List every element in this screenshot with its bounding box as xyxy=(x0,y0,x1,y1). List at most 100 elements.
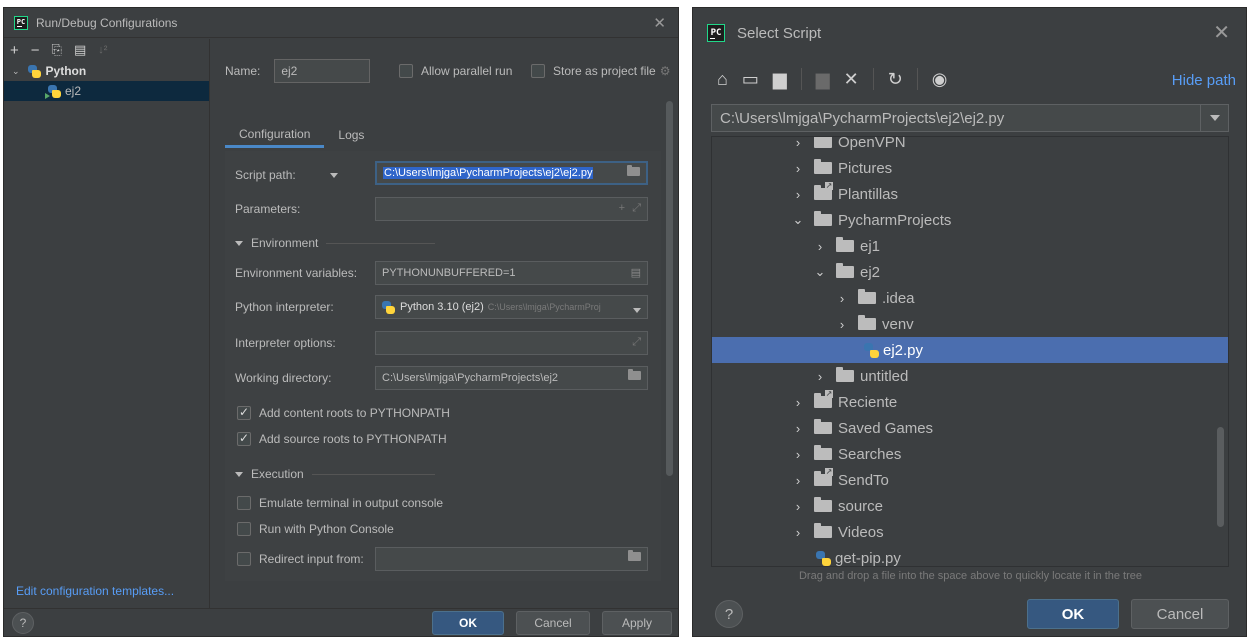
chevron-right-icon[interactable]: › xyxy=(814,369,826,384)
script-path-field[interactable]: C:\Users\lmjga\PycharmProjects\ej2\ej2.p… xyxy=(375,161,648,185)
chevron-right-icon[interactable]: › xyxy=(836,291,848,306)
run-console-row[interactable]: Run with Python Console xyxy=(237,522,394,536)
tree-item-untitled[interactable]: › untitled xyxy=(712,363,1228,389)
help-button[interactable]: ? xyxy=(715,600,743,628)
environment-section[interactable]: Environment xyxy=(235,236,435,250)
tree-item-venv[interactable]: › venv xyxy=(712,311,1228,337)
chevron-right-icon[interactable]: › xyxy=(792,187,804,202)
cancel-button[interactable]: Cancel xyxy=(1131,599,1229,629)
tree-item-ej2[interactable]: ej2 xyxy=(4,81,209,101)
tree-item-sendto[interactable]: › SendTo xyxy=(712,467,1228,493)
file-tree[interactable]: › OpenVPN › Pictures › Plantillas ⌄ Pych… xyxy=(711,136,1229,567)
refresh-icon[interactable]: ↻ xyxy=(888,69,903,90)
ok-button[interactable]: OK xyxy=(1027,599,1119,629)
chevron-down-icon[interactable]: ⌄ xyxy=(12,66,20,77)
chevron-right-icon[interactable]: › xyxy=(792,137,804,150)
browse-folder-icon[interactable] xyxy=(628,550,641,564)
name-input[interactable]: ej2 xyxy=(274,59,371,83)
add-content-roots-checkbox[interactable] xyxy=(237,405,251,420)
expand-icon[interactable]: ⤢ xyxy=(632,202,641,215)
chevron-right-icon[interactable]: › xyxy=(792,161,804,176)
add-config-icon[interactable]: + xyxy=(10,42,19,59)
path-combobox[interactable]: C:\Users\lmjga\PycharmProjects\ej2\ej2.p… xyxy=(711,104,1229,132)
env-vars-field[interactable]: PYTHONUNBUFFERED=1 ▤ xyxy=(375,261,648,285)
tree-item-pycharmprojects[interactable]: ⌄ PycharmProjects xyxy=(712,207,1228,233)
interpreter-select[interactable]: Python 3.10 (ej2) C:\Users\lmjga\Pycharm… xyxy=(375,295,648,319)
redirect-input-checkbox[interactable] xyxy=(237,552,251,566)
copy-config-icon[interactable]: ⎘ xyxy=(52,42,62,58)
expand-icon[interactable]: ⤢ xyxy=(632,336,641,349)
remove-config-icon[interactable]: − xyxy=(31,42,40,59)
project-folder-icon[interactable]: ▆ xyxy=(773,69,787,90)
chevron-down-icon[interactable]: ⌄ xyxy=(792,212,804,228)
tree-item-ej2-py[interactable]: ej2.py xyxy=(712,337,1228,363)
run-console-checkbox[interactable] xyxy=(237,522,251,536)
tree-item-python[interactable]: ⌄ Python xyxy=(4,61,209,81)
tree-item-searches[interactable]: › Searches xyxy=(712,441,1228,467)
tree-item-plantillas[interactable]: › Plantillas xyxy=(712,181,1228,207)
allow-parallel-checkbox[interactable] xyxy=(399,64,413,78)
chevron-right-icon[interactable]: › xyxy=(792,421,804,436)
tree-item-saved-games[interactable]: › Saved Games xyxy=(712,415,1228,441)
chevron-down-icon[interactable] xyxy=(633,304,641,316)
emulate-terminal-row[interactable]: Emulate terminal in output console xyxy=(237,496,443,510)
chevron-right-icon[interactable]: › xyxy=(792,473,804,488)
chevron-right-icon[interactable]: › xyxy=(836,317,848,332)
working-dir-field[interactable]: C:\Users\lmjga\PycharmProjects\ej2 xyxy=(375,366,648,390)
close-icon[interactable]: ✕ xyxy=(1213,20,1230,45)
vertical-scrollbar[interactable] xyxy=(1217,427,1224,527)
tree-item-idea[interactable]: › .idea xyxy=(712,285,1228,311)
add-param-icon[interactable]: + xyxy=(619,202,625,214)
execution-section[interactable]: Execution xyxy=(235,467,435,481)
delete-icon[interactable]: ✕ xyxy=(844,69,859,90)
add-content-roots-row[interactable]: Add content roots to PYTHONPATH xyxy=(237,405,450,420)
chevron-right-icon[interactable]: › xyxy=(792,525,804,540)
add-source-roots-checkbox[interactable] xyxy=(237,431,251,446)
desktop-icon[interactable]: ▭ xyxy=(742,69,759,90)
show-hidden-icon[interactable]: ◉ xyxy=(932,69,948,90)
help-button[interactable]: ? xyxy=(12,612,34,634)
tree-item-reciente[interactable]: › Reciente xyxy=(712,389,1228,415)
tree-item-ej1[interactable]: › ej1 xyxy=(712,233,1228,259)
chevron-down-icon[interactable]: ⌄ xyxy=(814,264,826,280)
allow-parallel-row[interactable]: Allow parallel run xyxy=(399,64,512,78)
tree-item-openvpn[interactable]: › OpenVPN xyxy=(712,137,1228,155)
edit-env-icon[interactable]: ▤ xyxy=(631,266,641,279)
move-to-folder-icon[interactable]: ▤ xyxy=(74,42,86,58)
store-project-checkbox[interactable] xyxy=(531,64,545,78)
chevron-right-icon[interactable]: › xyxy=(792,395,804,410)
gear-icon[interactable]: ⚙ xyxy=(660,64,671,78)
cancel-button[interactable]: Cancel xyxy=(516,611,590,635)
emulate-terminal-checkbox[interactable] xyxy=(237,496,251,510)
tree-item-pictures[interactable]: › Pictures xyxy=(712,155,1228,181)
tree-item-videos[interactable]: › Videos xyxy=(712,519,1228,545)
tab-configuration[interactable]: Configuration xyxy=(225,122,325,148)
hide-path-link[interactable]: Hide path xyxy=(1172,72,1236,89)
collapse-icon[interactable] xyxy=(235,240,243,246)
browse-folder-icon[interactable] xyxy=(628,369,641,383)
chevron-right-icon[interactable]: › xyxy=(792,499,804,514)
tree-item-get-pip[interactable]: get-pip.py xyxy=(712,545,1228,566)
tree-item-source[interactable]: › source xyxy=(712,493,1228,519)
browse-folder-icon[interactable] xyxy=(627,165,640,179)
script-type-dropdown-icon[interactable] xyxy=(329,172,338,178)
tab-logs[interactable]: Logs xyxy=(324,122,378,148)
ok-button[interactable]: OK xyxy=(432,611,504,635)
new-folder-icon[interactable]: ▆ xyxy=(816,69,830,90)
tree-item-ej2[interactable]: ⌄ ej2 xyxy=(712,259,1228,285)
apply-button[interactable]: Apply xyxy=(602,611,672,635)
store-project-row[interactable]: Store as project file ⚙ xyxy=(531,64,670,78)
redirect-input-field[interactable] xyxy=(375,547,648,571)
sort-icon[interactable]: ↓² xyxy=(98,44,107,56)
chevron-down-icon[interactable] xyxy=(1200,105,1228,131)
add-source-roots-row[interactable]: Add source roots to PYTHONPATH xyxy=(237,431,447,446)
chevron-right-icon[interactable]: › xyxy=(814,239,826,254)
vertical-scrollbar[interactable] xyxy=(666,101,673,476)
home-icon[interactable]: ⌂ xyxy=(717,69,728,90)
chevron-right-icon[interactable]: › xyxy=(792,447,804,462)
parameters-field[interactable]: + ⤢ xyxy=(375,197,648,221)
collapse-icon[interactable] xyxy=(235,471,243,477)
edit-templates-link[interactable]: Edit configuration templates... xyxy=(16,584,174,598)
redirect-input-row[interactable]: Redirect input from: xyxy=(237,552,364,566)
close-icon[interactable]: ✕ xyxy=(653,14,666,32)
